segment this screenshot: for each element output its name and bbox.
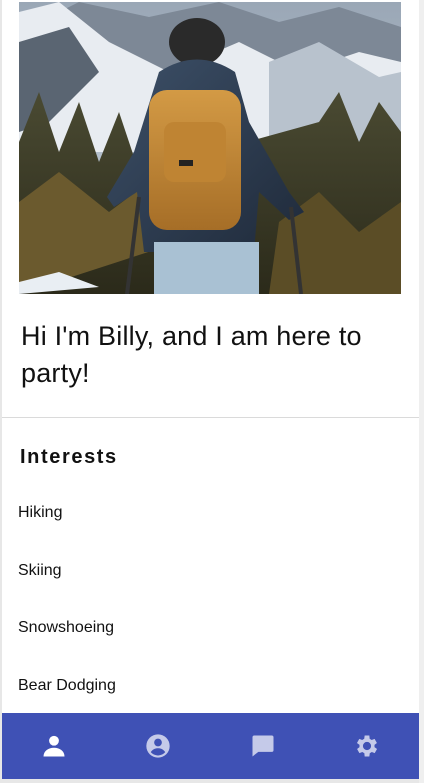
nav-chat-button[interactable]: [233, 716, 293, 776]
settings-gear-icon: [356, 735, 377, 757]
interests-title: Interests: [20, 446, 118, 468]
nav-settings-button[interactable]: [337, 716, 397, 776]
bottom-navigation: [2, 713, 419, 779]
account-circle-icon: [146, 734, 171, 758]
scroll-edge: [419, 0, 424, 783]
nav-person-button[interactable]: [24, 716, 84, 776]
profile-photo: [19, 2, 401, 294]
profile-headline: Hi I'm Billy, and I am here to party!: [21, 321, 362, 388]
interest-item: Hiking: [18, 504, 63, 521]
chat-icon: [252, 735, 274, 757]
interests-list: Hiking Skiing Snowshoeing Bear Dodging: [18, 500, 116, 730]
nav-account-button[interactable]: [128, 716, 188, 776]
person-icon: [43, 735, 65, 757]
interest-item: Snowshoeing: [18, 619, 115, 637]
interest-item: Skiing: [18, 561, 62, 579]
section-divider: [2, 417, 419, 418]
